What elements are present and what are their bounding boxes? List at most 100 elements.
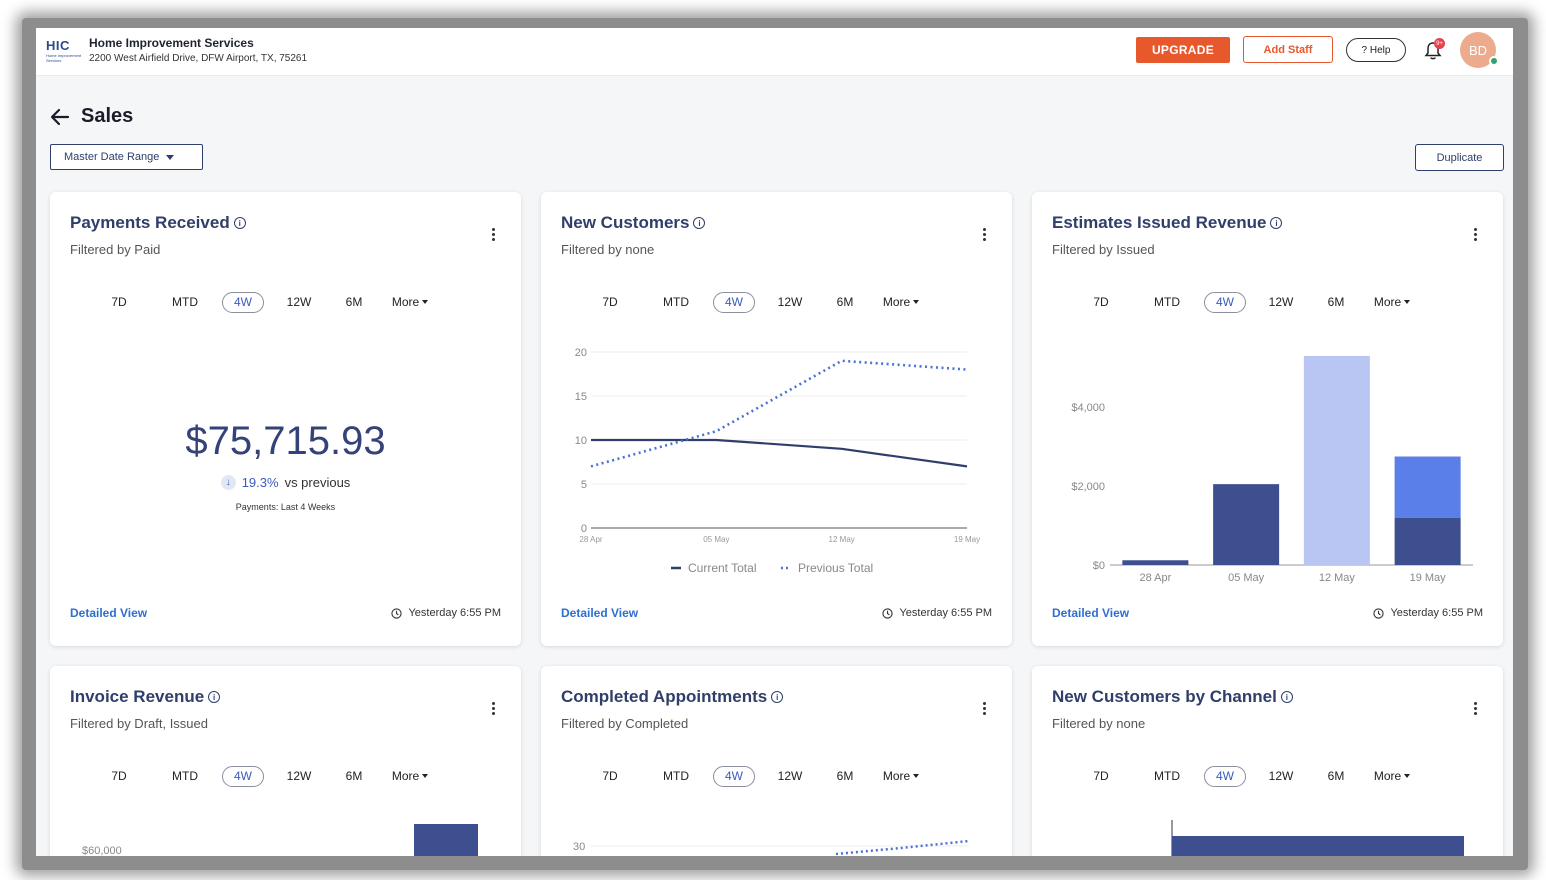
card-filter: Filtered by Completed [561, 716, 689, 731]
card-invoice-revenue: Invoice Revenue i Filtered by Draft, Iss… [50, 666, 521, 856]
range-7d[interactable]: 7D [589, 766, 631, 787]
more-options-icon[interactable] [488, 702, 498, 718]
series-line-1 [591, 438, 968, 468]
y-tick-label: $0 [1093, 560, 1105, 572]
range-7d[interactable]: 7D [1080, 766, 1122, 787]
top-bar: HIC Home Improvement Services Home Impro… [36, 28, 1513, 76]
card-filter: Filtered by Paid [70, 242, 161, 257]
card-title: Estimates Issued Revenue i [1052, 213, 1283, 233]
info-icon[interactable]: i [208, 691, 221, 703]
card-title-text: Estimates Issued Revenue [1052, 213, 1267, 232]
card-title-text: New Customers by Channel [1052, 687, 1277, 706]
upgrade-button[interactable]: UPGRADE [1136, 37, 1230, 63]
range-4w[interactable]: 4W [1204, 765, 1246, 787]
duplicate-button[interactable]: Duplicate [1415, 144, 1504, 171]
range-more[interactable]: More [1367, 292, 1417, 313]
master-date-range-dropdown[interactable]: Master Date Range [50, 144, 203, 170]
card-new-customers: New Customers i Filtered by none 7D MTD … [541, 192, 1012, 646]
range-4w[interactable]: 4W [1204, 291, 1246, 313]
range-more[interactable]: More [385, 292, 435, 313]
bar-19-may-s3 [1394, 456, 1461, 518]
info-icon[interactable]: i [693, 217, 706, 229]
range-mtd[interactable]: MTD [150, 766, 220, 787]
range-mtd[interactable]: MTD [1132, 292, 1202, 313]
detailed-view-link[interactable]: Detailed View [1052, 606, 1129, 620]
add-staff-button[interactable]: Add Staff [1243, 36, 1333, 63]
caret-down-icon [1404, 774, 1411, 778]
range-more[interactable]: More [385, 766, 435, 787]
range-12w[interactable]: 12W [278, 292, 320, 313]
x-tick-label: 28 Apr [579, 535, 602, 544]
y-tick-label: 5 [581, 479, 587, 491]
range-mtd[interactable]: MTD [1132, 766, 1202, 787]
bar-partial [1172, 836, 1464, 856]
range-12w[interactable]: 12W [278, 766, 320, 787]
card-new-customers-by-channel: New Customers by Channel i Filtered by n… [1032, 666, 1503, 856]
card-estimates-issued-revenue: Estimates Issued Revenue i Filtered by I… [1032, 192, 1503, 646]
range-more[interactable]: More [876, 292, 926, 313]
range-more-label: More [391, 769, 420, 783]
range-6m[interactable]: 6M [1315, 766, 1357, 787]
range-6m[interactable]: 6M [333, 292, 375, 313]
info-icon[interactable]: i [771, 691, 784, 703]
x-tick-label: 05 May [1228, 572, 1265, 584]
help-button[interactable]: ? Help [1346, 38, 1406, 62]
range-7d[interactable]: 7D [98, 292, 140, 313]
period-note: Payments: Last 4 Weeks [235, 502, 336, 512]
last-updated: Yesterday 6:55 PM [391, 607, 501, 619]
range-12w[interactable]: 12W [769, 292, 811, 313]
card-title: New Customers i [561, 213, 706, 233]
card-title: Payments Received i [70, 213, 246, 233]
y-tick-label: 15 [575, 391, 587, 403]
range-6m[interactable]: 6M [824, 766, 866, 787]
bar-partial [414, 824, 478, 856]
bar-05-may-s1 [1213, 484, 1280, 565]
range-4w[interactable]: 4W [713, 765, 755, 787]
range-12w[interactable]: 12W [1260, 292, 1302, 313]
range-12w[interactable]: 12W [1260, 766, 1302, 787]
more-options-icon[interactable] [488, 228, 498, 244]
bar-12-may-s2 [1303, 355, 1370, 565]
range-more-label: More [1373, 295, 1402, 309]
card-title: Completed Appointments i [561, 687, 784, 707]
invoice-revenue-chart-partial: $60,000 [82, 824, 478, 856]
x-tick-label: 28 Apr [1139, 572, 1171, 584]
info-icon[interactable]: i [1280, 691, 1293, 703]
info-icon[interactable]: i [233, 217, 246, 229]
y-tick-label: $4,000 [1071, 402, 1105, 414]
range-4w[interactable]: 4W [222, 291, 264, 313]
info-icon[interactable]: i [1270, 217, 1283, 229]
more-options-icon[interactable] [979, 228, 989, 244]
range-more[interactable]: More [1367, 766, 1417, 787]
back-arrow-icon[interactable] [50, 108, 70, 126]
range-more[interactable]: More [876, 766, 926, 787]
range-6m[interactable]: 6M [333, 766, 375, 787]
more-options-icon[interactable] [979, 702, 989, 718]
range-7d[interactable]: 7D [98, 766, 140, 787]
range-4w[interactable]: 4W [222, 765, 264, 787]
x-tick-label: 19 May [1410, 572, 1447, 584]
card-title-text: New Customers [561, 213, 690, 232]
detailed-view-link[interactable]: Detailed View [70, 606, 147, 620]
range-12w[interactable]: 12W [769, 766, 811, 787]
range-more-label: More [1373, 769, 1402, 783]
range-6m[interactable]: 6M [1315, 292, 1357, 313]
x-tick-label: 19 May [954, 535, 980, 544]
range-7d[interactable]: 7D [589, 292, 631, 313]
caret-down-icon [422, 300, 429, 304]
more-options-icon[interactable] [1470, 228, 1480, 244]
range-4w[interactable]: 4W [713, 291, 755, 313]
page-title: Sales [81, 105, 134, 127]
card-completed-appointments: Completed Appointments i Filtered by Com… [541, 666, 1012, 856]
date-range-label: Master Date Range [64, 151, 160, 163]
range-mtd[interactable]: MTD [150, 292, 220, 313]
range-6m[interactable]: 6M [824, 292, 866, 313]
range-mtd[interactable]: MTD [641, 766, 711, 787]
range-7d[interactable]: 7D [1080, 292, 1122, 313]
caret-down-icon [913, 300, 920, 304]
x-tick-label: 12 May [1319, 572, 1356, 584]
range-mtd[interactable]: MTD [641, 292, 711, 313]
detailed-view-link[interactable]: Detailed View [561, 606, 638, 620]
more-options-icon[interactable] [1470, 702, 1480, 718]
company-logo[interactable]: HIC Home Improvement Services [46, 38, 84, 68]
